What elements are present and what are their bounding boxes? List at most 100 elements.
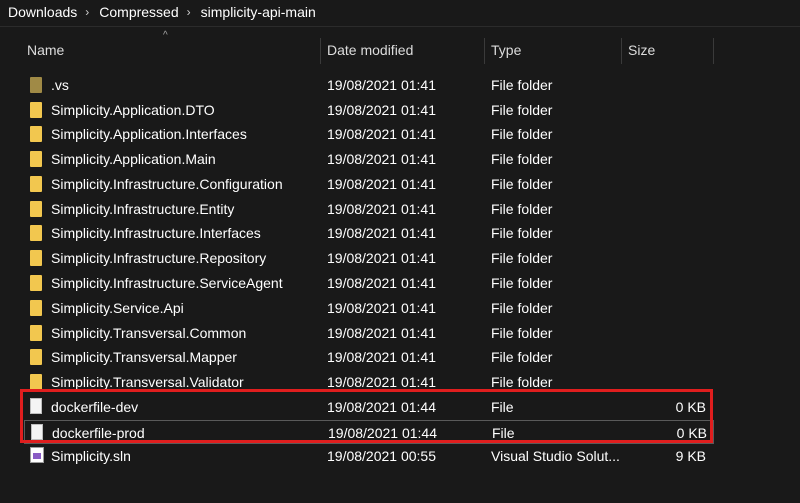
file-size (624, 122, 706, 146)
column-header-type[interactable]: Type (491, 38, 619, 62)
breadcrumb-item-compressed[interactable]: Compressed (91, 4, 184, 20)
breadcrumb: Downloads › Compressed › simplicity-api-… (0, 0, 800, 24)
file-type: File folder (491, 349, 553, 365)
file-date-modified: 19/08/2021 01:41 (327, 225, 436, 241)
breadcrumb-item-downloads[interactable]: Downloads (0, 4, 83, 20)
visual-studio-solution-icon (30, 444, 44, 468)
file-type: File folder (491, 275, 553, 291)
column-header-date-modified[interactable]: Date modified (327, 38, 483, 62)
list-item-folder[interactable]: .vs 19/08/2021 01:41 File folder (24, 73, 714, 97)
file-icon (30, 395, 44, 419)
file-size (624, 271, 706, 295)
folder-icon (30, 271, 44, 295)
file-name: dockerfile-dev (51, 399, 139, 415)
column-header-date-modified-label: Date modified (327, 42, 414, 58)
toolbar-divider (0, 26, 800, 27)
file-type: Visual Studio Solut... (491, 448, 619, 464)
file-name: Simplicity.Application.Main (51, 151, 216, 167)
column-resize-handle[interactable] (621, 38, 622, 64)
file-name: Simplicity.Application.Interfaces (51, 126, 247, 142)
list-item-folder[interactable]: Simplicity.Service.Api 19/08/2021 01:41 … (24, 296, 714, 320)
list-item-folder[interactable]: Simplicity.Application.DTO 19/08/2021 01… (24, 98, 714, 122)
file-size (624, 98, 706, 122)
file-type: File folder (491, 325, 553, 341)
folder-icon (30, 370, 44, 394)
folder-icon (30, 73, 44, 97)
file-name: Simplicity.Transversal.Validator (51, 374, 244, 390)
list-item-folder[interactable]: Simplicity.Transversal.Validator 19/08/2… (24, 370, 714, 394)
file-size (624, 370, 706, 394)
file-name: Simplicity.Infrastructure.Interfaces (51, 225, 261, 241)
file-size (624, 172, 706, 196)
file-type: File folder (491, 151, 553, 167)
folder-icon (30, 345, 44, 369)
column-header-size[interactable]: Size (628, 38, 712, 62)
folder-icon (30, 197, 44, 221)
folder-icon (30, 98, 44, 122)
list-item-folder[interactable]: Simplicity.Infrastructure.Entity 19/08/2… (24, 197, 714, 221)
list-item-folder[interactable]: Simplicity.Transversal.Common 19/08/2021… (24, 321, 714, 345)
list-item-folder[interactable]: Simplicity.Infrastructure.Interfaces 19/… (24, 221, 714, 245)
file-date-modified: 19/08/2021 01:41 (327, 250, 436, 266)
file-date-modified: 19/08/2021 01:41 (327, 102, 436, 118)
file-type: File folder (491, 201, 553, 217)
folder-icon (30, 122, 44, 146)
file-date-modified: 19/08/2021 01:44 (328, 425, 437, 441)
file-date-modified: 19/08/2021 01:41 (327, 77, 436, 93)
file-name: Simplicity.Service.Api (51, 300, 184, 316)
list-item-folder[interactable]: Simplicity.Infrastructure.Configuration … (24, 172, 714, 196)
file-size (624, 345, 706, 369)
file-size (624, 147, 706, 171)
file-size (624, 197, 706, 221)
file-type: File folder (491, 300, 553, 316)
folder-icon (30, 221, 44, 245)
file-date-modified: 19/08/2021 01:41 (327, 176, 436, 192)
file-type: File folder (491, 374, 553, 390)
file-date-modified: 19/08/2021 01:41 (327, 325, 436, 341)
file-type: File folder (491, 225, 553, 241)
file-name: Simplicity.Infrastructure.Entity (51, 201, 235, 217)
file-name: Simplicity.Transversal.Common (51, 325, 247, 341)
file-type: File folder (491, 126, 553, 142)
file-name: Simplicity.Infrastructure.Configuration (51, 176, 283, 192)
file-type: File (491, 399, 514, 415)
column-resize-handle[interactable] (484, 38, 485, 64)
file-size (624, 246, 706, 270)
file-name: Simplicity.Infrastructure.ServiceAgent (51, 275, 283, 291)
list-item-folder[interactable]: Simplicity.Application.Interfaces 19/08/… (24, 122, 714, 146)
file-size: 0 KB (675, 399, 706, 415)
file-date-modified: 19/08/2021 01:41 (327, 300, 436, 316)
column-header-name[interactable]: Name (27, 38, 319, 62)
file-name: .vs (51, 77, 69, 93)
folder-icon (30, 321, 44, 345)
file-size: 9 KB (675, 448, 706, 464)
column-header-size-label: Size (628, 42, 656, 58)
list-item-file[interactable]: dockerfile-dev 19/08/2021 01:44 File 0 K… (24, 395, 714, 419)
file-name: Simplicity.Transversal.Mapper (51, 349, 237, 365)
file-date-modified: 19/08/2021 01:41 (327, 126, 436, 142)
folder-icon (30, 147, 44, 171)
file-date-modified: 19/08/2021 00:55 (327, 448, 436, 464)
file-date-modified: 19/08/2021 01:41 (327, 201, 436, 217)
file-date-modified: 19/08/2021 01:41 (327, 151, 436, 167)
file-type: File folder (491, 77, 553, 93)
breadcrumb-item-current-folder[interactable]: simplicity-api-main (193, 4, 322, 20)
file-size (624, 321, 706, 345)
file-name: dockerfile-prod (52, 425, 145, 441)
list-item-folder[interactable]: Simplicity.Infrastructure.Repository 19/… (24, 246, 714, 270)
column-header-type-label: Type (491, 42, 522, 58)
file-size: 0 KB (676, 425, 707, 441)
folder-icon (30, 246, 44, 270)
column-resize-handle[interactable] (713, 38, 714, 64)
file-size (624, 221, 706, 245)
list-item-folder[interactable]: Simplicity.Infrastructure.ServiceAgent 1… (24, 271, 714, 295)
list-item-file[interactable]: dockerfile-prod 19/08/2021 01:44 File 0 … (24, 420, 714, 444)
list-item-file[interactable]: Simplicity.sln 19/08/2021 00:55 Visual S… (24, 444, 714, 468)
list-item-folder[interactable]: Simplicity.Transversal.Mapper 19/08/2021… (24, 345, 714, 369)
chevron-right-icon[interactable]: › (83, 5, 91, 19)
chevron-right-icon[interactable]: › (185, 5, 193, 19)
folder-icon (30, 172, 44, 196)
file-date-modified: 19/08/2021 01:41 (327, 349, 436, 365)
column-resize-handle[interactable] (320, 38, 321, 64)
list-item-folder[interactable]: Simplicity.Application.Main 19/08/2021 0… (24, 147, 714, 171)
